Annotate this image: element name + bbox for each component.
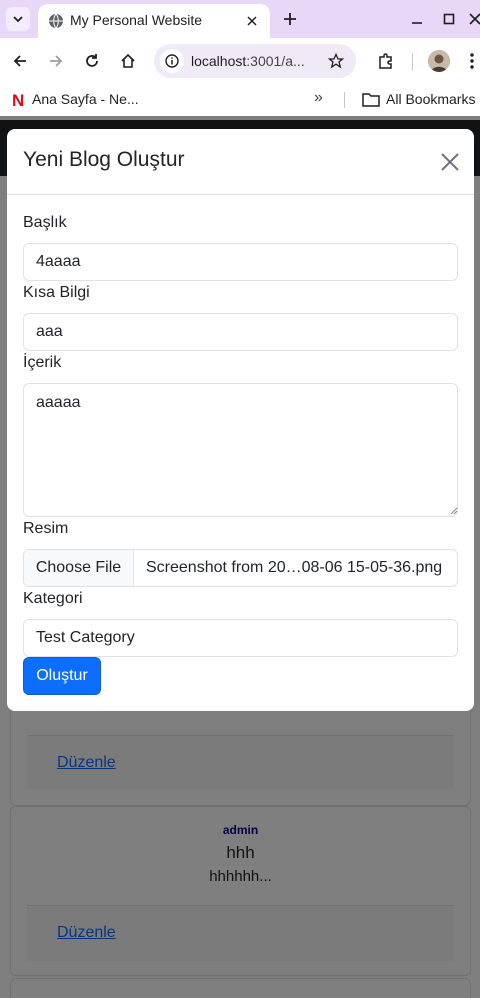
close-icon (247, 16, 257, 26)
url-path: :3001/a... (246, 53, 305, 69)
file-name: Screenshot from 20…08-06 15-05-36.png (146, 559, 443, 576)
back-button[interactable] (8, 49, 32, 73)
arrow-left-icon (13, 55, 26, 67)
reload-icon (86, 54, 98, 67)
forward-button[interactable] (44, 49, 68, 73)
create-button[interactable]: Oluştur (23, 657, 101, 695)
minimize-button[interactable] (406, 8, 428, 30)
maximize-button[interactable] (438, 8, 460, 30)
content-textarea[interactable]: aaaaa (23, 383, 458, 517)
new-tab-button[interactable] (279, 8, 301, 30)
netflix-icon: N (12, 91, 25, 110)
all-bookmarks-button[interactable]: All Bookmarks (386, 91, 475, 107)
url-text: localhost:3001/a... (191, 53, 305, 69)
tab-search-button[interactable] (6, 7, 30, 31)
globe-icon (49, 13, 63, 29)
profile-icon (428, 50, 450, 72)
plus-icon (284, 13, 296, 25)
category-label: Kategori (23, 590, 83, 607)
title-label: Başlık (23, 214, 67, 231)
tab-close-button[interactable] (242, 11, 262, 31)
content-label: İçerik (23, 354, 62, 371)
modal-title: Yeni Blog Oluştur (23, 148, 185, 171)
close-icon (469, 13, 480, 25)
arrow-right-icon (50, 55, 63, 67)
info-icon (165, 54, 179, 68)
create-blog-modal: Yeni Blog Oluştur Başlık Kısa Bilgi İçer… (7, 129, 474, 711)
category-input[interactable] (23, 619, 458, 657)
tab-title: My Personal Website (70, 12, 203, 28)
close-icon (441, 153, 459, 171)
puzzle-icon (379, 53, 392, 69)
title-input[interactable] (23, 243, 458, 281)
modal-header: Yeni Blog Oluştur (7, 129, 474, 195)
address-bar[interactable]: localhost:3001/a... (154, 44, 356, 78)
chevron-down-icon (13, 16, 23, 23)
toolbar-divider (412, 53, 413, 71)
bookmarks-bar: N Ana Sayfa - Ne... » All Bookmarks (0, 84, 480, 116)
home-button[interactable] (116, 49, 140, 73)
content-textarea-wrap: aaaaa (7, 383, 474, 517)
url-host: localhost (191, 53, 247, 69)
star-icon (328, 53, 344, 69)
bookmarks-overflow-button[interactable]: » (314, 89, 323, 107)
bookmarks-divider (344, 92, 345, 108)
home-icon (121, 53, 135, 68)
folder-icon (362, 93, 380, 107)
tab-strip: My Personal Website (0, 0, 480, 38)
site-info-button[interactable] (160, 49, 184, 73)
maximize-icon (443, 13, 455, 25)
bookmark-star-button[interactable] (326, 51, 346, 71)
resize-grip-icon[interactable] (450, 507, 458, 515)
image-file-input[interactable]: Choose File Screenshot from 20…08-06 15-… (23, 549, 458, 587)
close-window-button[interactable] (464, 8, 480, 30)
minimize-icon (412, 22, 422, 24)
image-label: Resim (23, 520, 69, 537)
extensions-button[interactable] (374, 49, 398, 73)
choose-file-button[interactable]: Choose File (24, 550, 134, 586)
reload-button[interactable] (80, 49, 104, 73)
summary-input[interactable] (23, 313, 458, 351)
summary-label: Kısa Bilgi (23, 284, 90, 301)
browser-menu-button[interactable] (460, 49, 480, 73)
browser-toolbar: localhost:3001/a... (0, 38, 480, 84)
kebab-menu-icon (470, 53, 474, 69)
modal-close-button[interactable] (438, 150, 462, 174)
active-tab[interactable]: My Personal Website (38, 4, 270, 38)
profile-avatar[interactable] (428, 50, 450, 72)
bookmark-netflix[interactable]: Ana Sayfa - Ne... (32, 91, 139, 107)
